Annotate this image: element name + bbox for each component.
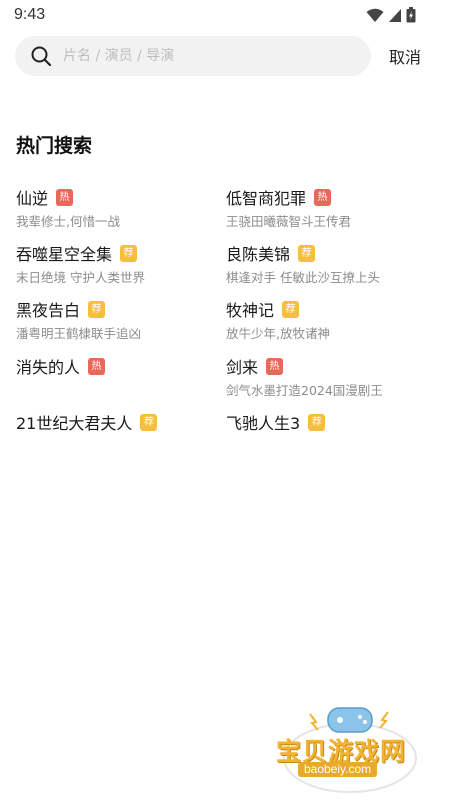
recommend-badge: 荐 (298, 244, 316, 262)
hot-item[interactable]: 牧神记 荐 放牛少年,放牧诸神 (226, 298, 330, 342)
hot-item-name: 牧神记 (226, 301, 275, 320)
hot-item-name: 21世纪大君夫人 (16, 414, 133, 433)
status-icons (366, 7, 416, 23)
hot-item-desc: 末日绝境 守护人类世界 (16, 270, 145, 285)
hot-item-desc: 王骁田曦薇智斗王传君 (226, 214, 352, 229)
recommend-badge: 荐 (140, 413, 158, 431)
hot-item[interactable]: 21世纪大君夫人 荐 (16, 411, 158, 436)
hot-badge: 热 (314, 188, 332, 206)
hot-item-name: 剑来 (226, 358, 259, 377)
recommend-badge: 荐 (308, 413, 326, 431)
cancel-button[interactable]: 取消 (389, 44, 421, 68)
hot-item-name: 黑夜告白 (16, 301, 81, 320)
hot-item[interactable]: 消失的人 热 (16, 355, 106, 380)
hot-item-desc: 剑气水墨打造2024国漫剧王 (226, 383, 383, 398)
hot-item[interactable]: 良陈美锦 荐 棋逢对手 任敏此沙互撩上头 (226, 242, 380, 286)
hot-badge: 热 (266, 357, 284, 375)
hot-item-name: 低智商犯罪 (226, 189, 307, 208)
hot-item[interactable]: 黑夜告白 荐 潘粤明王鹤棣联手追凶 (16, 298, 141, 342)
hot-item-name: 良陈美锦 (226, 245, 291, 264)
hot-item-name: 仙逆 (16, 189, 49, 208)
hot-search-title: 热门搜索 (16, 135, 93, 157)
watermark-url: baobeiy.com (298, 762, 378, 777)
hot-item[interactable]: 低智商犯罪 热 王骁田曦薇智斗王传君 (226, 186, 351, 230)
hot-item-desc: 我辈修士,何惜一战 (16, 214, 120, 229)
hot-item[interactable]: 仙逆 热 我辈修士,何惜一战 (16, 186, 120, 230)
cellular-signal-icon (389, 8, 401, 22)
hot-badge: 热 (88, 357, 106, 375)
recommend-badge: 荐 (282, 300, 300, 318)
search-box[interactable] (15, 36, 371, 76)
hot-item[interactable]: 飞驰人生3 荐 (226, 411, 326, 436)
recommend-badge: 荐 (88, 300, 106, 318)
hot-badge: 热 (56, 188, 74, 206)
status-bar: 9:43 (0, 0, 450, 30)
hot-item-desc: 潘粤明王鹤棣联手追凶 (16, 326, 142, 341)
search-icon (31, 46, 52, 67)
search-input[interactable] (63, 36, 363, 76)
recommend-badge: 荐 (120, 244, 138, 262)
hot-item-name: 吞噬星空全集 (16, 245, 113, 264)
status-time: 9:43 (14, 6, 46, 23)
hot-item[interactable]: 剑来 热 剑气水墨打造2024国漫剧王 (226, 355, 383, 399)
hot-item-name: 消失的人 (16, 358, 81, 377)
battery-icon (406, 7, 416, 23)
wifi-icon (366, 8, 384, 22)
hot-item[interactable]: 吞噬星空全集 荐 末日绝境 守护人类世界 (16, 242, 145, 286)
hot-item-desc: 棋逢对手 任敏此沙互撩上头 (226, 270, 380, 285)
hot-item-name: 飞驰人生3 (226, 414, 301, 433)
hot-item-desc: 放牛少年,放牧诸神 (226, 326, 330, 341)
watermark-logo: 宝贝游戏网 baobeiy.com (270, 700, 430, 795)
